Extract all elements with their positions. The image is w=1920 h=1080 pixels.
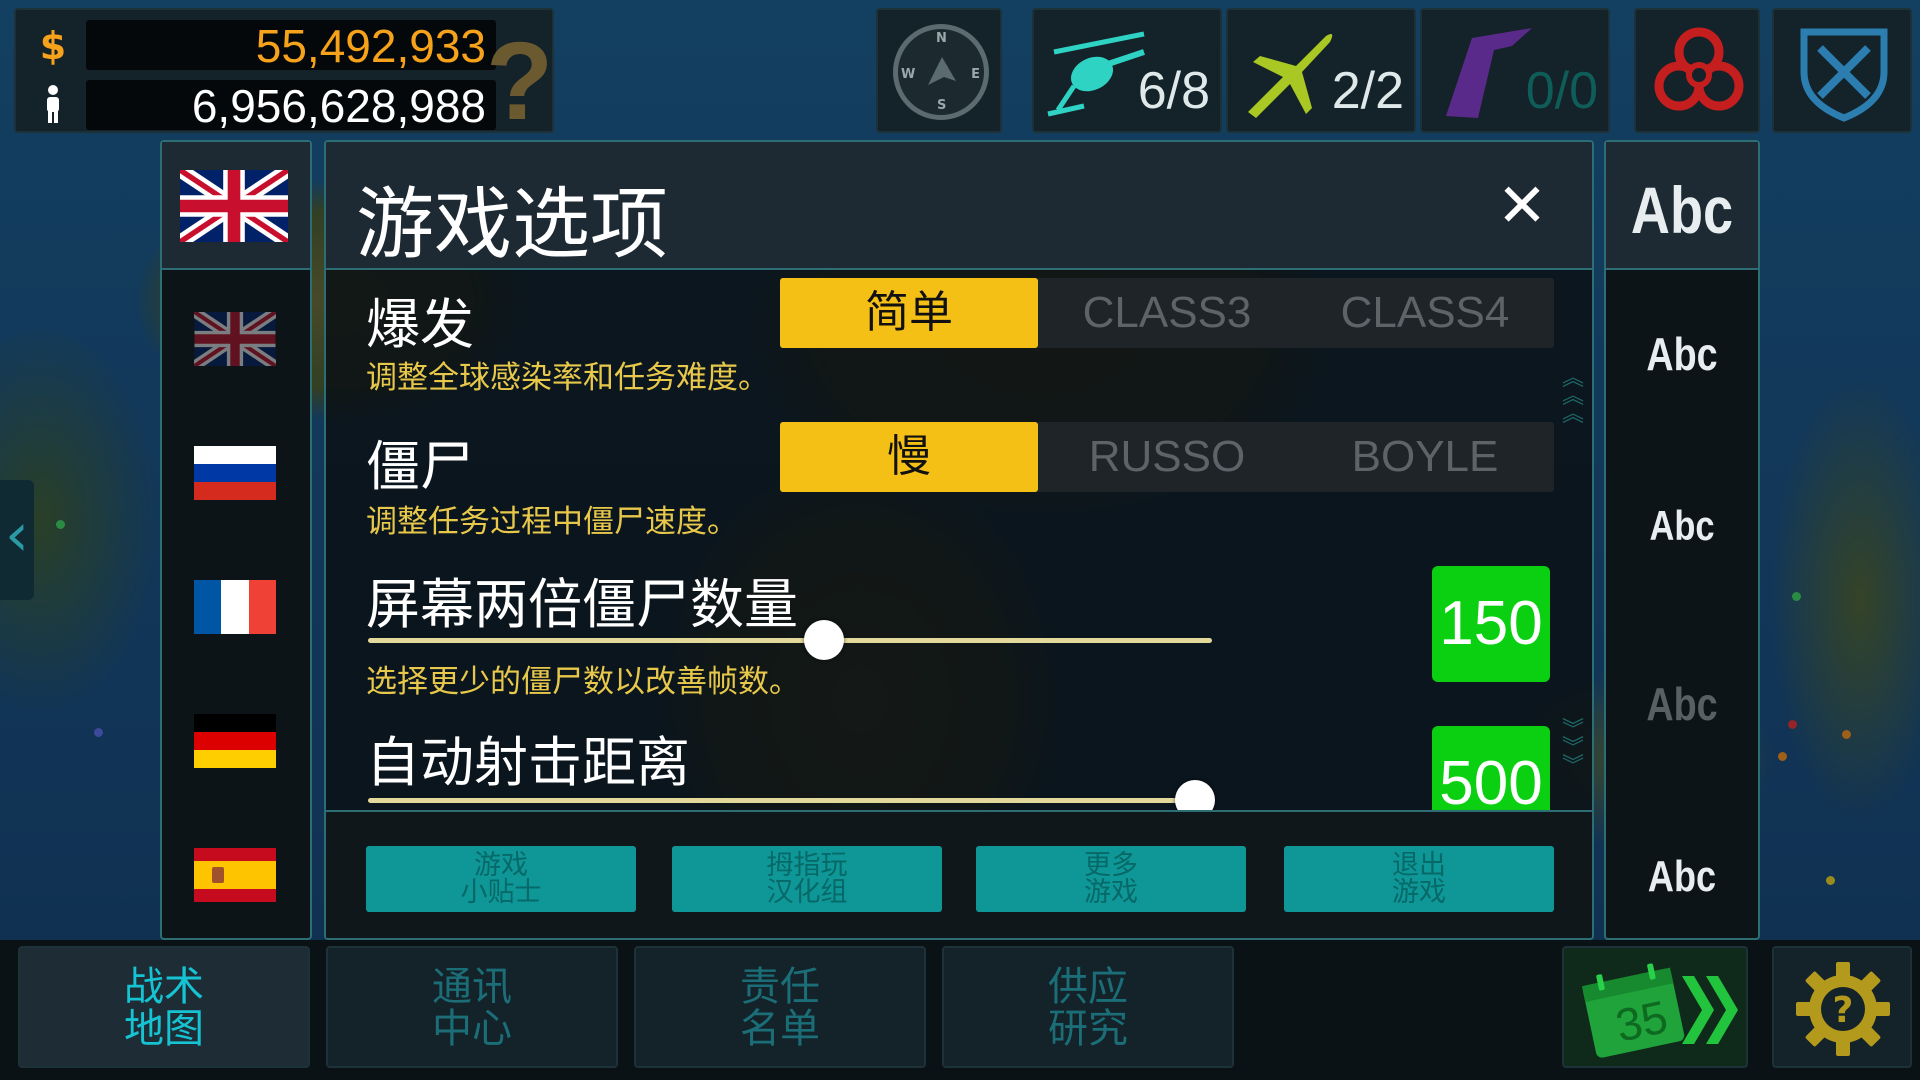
- selected-font-sample[interactable]: Abc: [1620, 172, 1745, 248]
- button-line: 汉化组: [766, 877, 848, 908]
- font-sample[interactable]: Abc: [1620, 502, 1745, 550]
- language-header: [162, 142, 310, 270]
- scroll-down-icon[interactable]: ︾ ︾ ︾: [1562, 720, 1584, 812]
- zombie-speed-option-boyle[interactable]: BOYLE: [1296, 422, 1554, 492]
- plane-count: 2/2: [1331, 62, 1404, 120]
- help-settings-button[interactable]: ?: [1772, 946, 1912, 1068]
- zombie-count-description: 选择更少的僵尸数以改善帧数。: [366, 664, 800, 700]
- compass-e: E: [971, 67, 980, 82]
- button-line: 游戏: [474, 850, 528, 881]
- compass-icon: N S E W: [893, 24, 989, 120]
- more-games-button[interactable]: 更多 游戏: [976, 846, 1246, 912]
- shield-button[interactable]: [1772, 8, 1912, 133]
- population-row: 6,956,628,988: [38, 80, 496, 133]
- tab-supply-research[interactable]: 供应 研究: [942, 946, 1234, 1068]
- tab-label: 战术: [124, 964, 204, 1010]
- helicopter-count: 6/8: [1137, 62, 1210, 120]
- font-header: Abc: [1606, 142, 1758, 270]
- biohazard-button[interactable]: [1634, 8, 1760, 133]
- outbreak-label: 爆发: [366, 293, 474, 356]
- zombie-speed-selector: 慢 RUSSO BOYLE: [780, 422, 1554, 492]
- compass-n: N: [936, 31, 947, 46]
- zombie-speed-option-slow[interactable]: 慢: [780, 422, 1038, 492]
- zombie-count-slider[interactable]: [368, 638, 1212, 643]
- tab-label: 地图: [124, 1006, 204, 1052]
- language-flag-russia[interactable]: [194, 446, 276, 500]
- zombie-count-slider-thumb[interactable]: [803, 620, 844, 660]
- zombie-count-label: 屏幕两倍僵尸数量: [366, 573, 798, 636]
- tab-label: 中心: [432, 1006, 512, 1052]
- shield-icon: [1800, 28, 1888, 122]
- question-mark-icon[interactable]: ?: [486, 18, 553, 145]
- money-row: $ 55,492,933: [38, 20, 496, 72]
- close-button[interactable]: ✕: [1492, 176, 1552, 236]
- language-flag-uk[interactable]: [194, 312, 276, 366]
- compass-s: S: [937, 98, 947, 113]
- money-value: 55,492,933: [86, 20, 496, 72]
- exit-game-button[interactable]: 退出 游戏: [1284, 846, 1554, 912]
- day-number: 35: [1611, 990, 1673, 1052]
- population-value: 6,956,628,988: [86, 80, 496, 132]
- stats-panel: $ 55,492,933 6,956,628,988 ?: [14, 8, 554, 143]
- game-tips-button[interactable]: 游戏 小贴士: [366, 846, 636, 912]
- button-line: 小贴士: [460, 877, 542, 908]
- language-flag-germany[interactable]: [194, 714, 276, 768]
- auto-fire-range-label: 自动射击距离: [366, 731, 690, 794]
- tab-label: 研究: [1048, 1006, 1128, 1052]
- button-line: 更多: [1084, 850, 1138, 881]
- button-line: 拇指玩: [766, 850, 848, 881]
- tab-label: 通讯: [432, 964, 512, 1010]
- language-flag-spain[interactable]: [194, 848, 276, 902]
- button-line: 游戏: [1084, 877, 1138, 908]
- fast-forward-icon: [1682, 976, 1738, 1044]
- next-day-button[interactable]: 35: [1562, 946, 1748, 1068]
- font-sample[interactable]: Abc: [1620, 327, 1745, 381]
- selected-language-flag-uk[interactable]: [180, 170, 288, 242]
- scroll-up-icon[interactable]: ︽ ︽ ︽: [1562, 368, 1584, 460]
- dollar-icon: $: [39, 24, 67, 68]
- tab-tactical-map[interactable]: 战术 地图: [18, 946, 310, 1068]
- tab-label: 责任: [740, 964, 820, 1010]
- stealth-bomber-count: 0/0: [1525, 62, 1598, 120]
- font-sample[interactable]: Abc: [1620, 677, 1745, 731]
- tab-label: 供应: [1048, 964, 1128, 1010]
- zombie-count-value: 150: [1432, 566, 1550, 682]
- dialog-title: 游戏选项: [356, 180, 669, 270]
- person-icon: [38, 84, 68, 133]
- auto-fire-range-slider[interactable]: [368, 798, 1212, 803]
- button-line: 游戏: [1392, 877, 1446, 908]
- outbreak-selector: 简单 CLASS3 CLASS4: [780, 278, 1554, 348]
- zombies-label: 僵尸: [366, 435, 474, 498]
- dialog-footer: 游戏 小贴士 拇指玩 汉化组 更多 游戏 退出 游戏: [326, 810, 1592, 938]
- outbreak-option-class3[interactable]: CLASS3: [1038, 278, 1296, 348]
- biohazard-icon: [1654, 27, 1744, 111]
- tab-credits[interactable]: 责任 名单: [634, 946, 926, 1068]
- compass-w: W: [901, 67, 916, 82]
- button-line: 退出: [1392, 850, 1446, 881]
- svg-text:?: ?: [1833, 990, 1854, 1031]
- outbreak-option-easy[interactable]: 简单: [780, 278, 1038, 348]
- language-flag-france[interactable]: [194, 580, 276, 634]
- dialog-header: 游戏选项 ✕: [326, 142, 1592, 270]
- translation-team-button[interactable]: 拇指玩 汉化组: [672, 846, 942, 912]
- options-dialog: 游戏选项 ✕ 爆发 简单 CLASS3 CLASS4 调整全球感染率和任务难度。…: [324, 140, 1594, 940]
- helicopter-button[interactable]: 6/8: [1032, 8, 1222, 133]
- zombie-speed-option-russo[interactable]: RUSSO: [1038, 422, 1296, 492]
- bottom-bar: 战术 地图 通讯 中心 责任 名单 供应 研究 35 ?: [0, 940, 1920, 1080]
- font-panel: Abc Abc Abc Abc Abc: [1604, 140, 1760, 940]
- plane-button[interactable]: 2/2: [1226, 8, 1416, 133]
- outbreak-option-class4[interactable]: CLASS4: [1296, 278, 1554, 348]
- font-sample[interactable]: Abc: [1620, 852, 1745, 902]
- left-drawer-tab[interactable]: ‹: [0, 480, 34, 600]
- compass-button[interactable]: N S E W: [876, 8, 1002, 133]
- gear-question-icon: ?: [1796, 962, 1890, 1056]
- language-panel: [160, 140, 312, 940]
- outbreak-description: 调整全球感染率和任务难度。: [366, 360, 769, 396]
- tab-communications[interactable]: 通讯 中心: [326, 946, 618, 1068]
- stealth-bomber-button[interactable]: 0/0: [1420, 8, 1610, 133]
- zombies-description: 调整任务过程中僵尸速度。: [366, 504, 738, 540]
- tab-label: 名单: [740, 1006, 820, 1052]
